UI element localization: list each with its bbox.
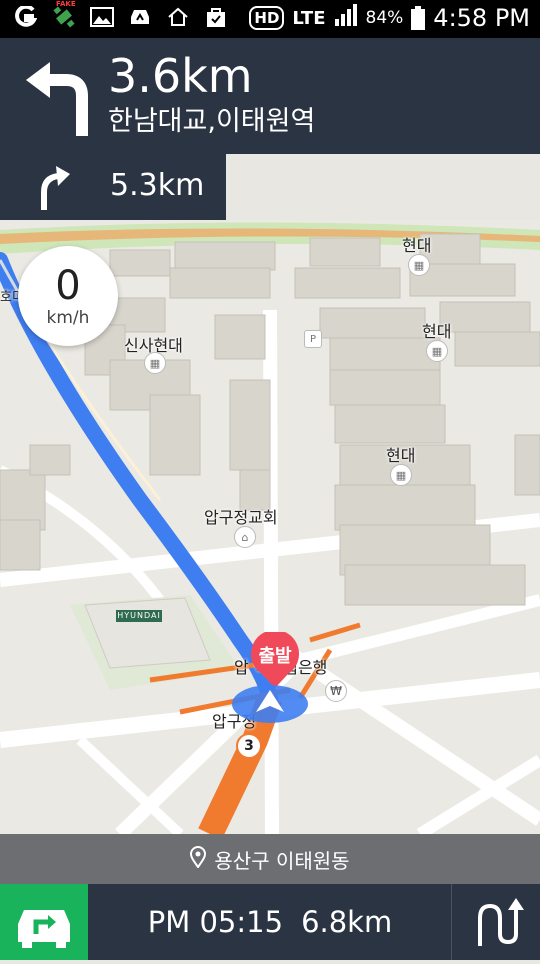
home-icon: [166, 5, 190, 29]
bank-icon: ₩: [325, 680, 347, 702]
apartment-icon: ▦: [408, 254, 430, 276]
speed-value: 0: [55, 263, 81, 309]
eta-time: PM 05:15: [147, 905, 284, 939]
battery-percent: 84%: [365, 8, 404, 28]
route-number-badge: 3: [236, 733, 262, 759]
poi-label-hyundai[interactable]: 현대: [422, 318, 451, 342]
car-route-icon: [18, 910, 70, 948]
car-icon: [128, 5, 152, 29]
bottom-bar: PM 05:15 6.8km: [0, 884, 540, 960]
status-bar: FAKE HD LTE 84% 4:58 PM: [0, 0, 540, 38]
location-pin-icon: [190, 845, 207, 873]
apartment-icon: ▦: [144, 352, 166, 374]
poi-label-hyundai[interactable]: 현대: [386, 442, 415, 466]
hd-voice-badge: HD: [249, 6, 285, 30]
gallery-icon: [90, 5, 114, 29]
shopping-bag-icon: [204, 5, 228, 29]
church-icon: ⌂: [234, 526, 256, 548]
parking-icon: P: [304, 330, 322, 348]
eta-summary[interactable]: PM 05:15 6.8km: [88, 884, 452, 960]
battery-icon: [411, 6, 426, 30]
fake-label: FAKE: [56, 0, 76, 8]
satellite-fake-gps-icon: FAKE: [52, 0, 76, 29]
clock: 4:58 PM: [433, 4, 530, 32]
apartment-icon: ▦: [426, 340, 448, 362]
start-marker[interactable]: 출발: [246, 629, 304, 690]
turn-left-arrow-icon: [22, 58, 92, 138]
next-turn-panel[interactable]: 5.3km: [0, 154, 226, 220]
apartment-icon: ▦: [390, 464, 412, 486]
turn-guidance-panel[interactable]: 3.6km 한남대교,이태원역: [0, 38, 540, 154]
next-turn-distance: 5.3km: [110, 168, 205, 203]
poi-label-apgujeong-church[interactable]: 압구정교회: [204, 504, 278, 528]
signal-icon: [334, 4, 358, 32]
current-location-bar[interactable]: 용산구 이태원동: [0, 834, 540, 884]
g-icon: [14, 5, 38, 29]
speed-unit: km/h: [46, 308, 90, 328]
network-type: LTE: [292, 7, 326, 29]
bear-right-arrow-icon: [34, 164, 74, 212]
current-location-text: 용산구 이태원동: [214, 848, 350, 873]
main-turn-distance: 3.6km: [108, 49, 253, 103]
main-turn-road: 한남대교,이태원역: [108, 106, 316, 137]
hyundai-sign: HYUNDAI: [116, 610, 162, 622]
u-turn-route-icon: [478, 898, 524, 946]
current-location-marker: [230, 684, 310, 724]
remaining-distance: 6.8km: [301, 905, 393, 939]
start-marker-label: 출발: [258, 646, 292, 667]
navigation-arrow-icon: [232, 685, 308, 723]
speedometer: 0 km/h: [18, 246, 118, 346]
reroute-button[interactable]: [451, 884, 540, 960]
poi-label-hyundai[interactable]: 현대: [402, 232, 431, 256]
route-options-button[interactable]: [0, 884, 88, 960]
